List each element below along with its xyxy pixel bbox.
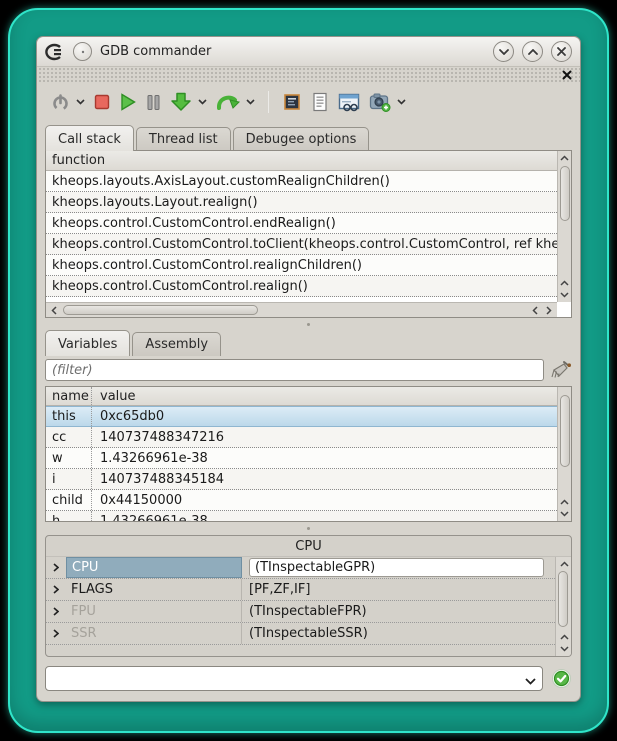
combo-dropdown-icon[interactable] <box>525 674 536 689</box>
clear-filter-icon[interactable] <box>550 360 572 380</box>
stop-icon[interactable] <box>94 89 110 115</box>
variable-row[interactable]: i 140737488345184 <box>46 469 557 490</box>
power-dropdown-icon[interactable] <box>76 99 85 105</box>
variable-row[interactable]: w 1.43266961e-38 <box>46 448 557 469</box>
callstack-row[interactable]: kheops.control.CustomControl.endRealign(… <box>46 213 557 234</box>
filter-input[interactable] <box>45 359 544 381</box>
column-name[interactable]: name <box>46 387 92 405</box>
shade-button[interactable] <box>493 41 514 62</box>
cpu-panel-title: CPU <box>46 536 571 557</box>
callstack-horizontal-scrollbar[interactable] <box>46 302 557 317</box>
tab-assembly[interactable]: Assembly <box>132 332 221 356</box>
scrollbar-thumb[interactable] <box>63 305 258 315</box>
filter-row <box>45 358 572 382</box>
callstack-row[interactable]: kheops.layouts.Layout.realign() <box>46 192 557 213</box>
close-button[interactable] <box>551 41 572 62</box>
variables-column-header[interactable]: name value <box>46 387 557 406</box>
column-function: function <box>52 153 105 168</box>
tab-debugee-options[interactable]: Debugee options <box>233 127 370 151</box>
cpu-tree-row[interactable]: FLAGS [PF,ZF,IF] <box>46 579 555 601</box>
variable-row[interactable]: this 0xc65db0 <box>46 406 557 427</box>
screenshot-stage: GDB commander <box>0 0 617 741</box>
callstack-tabbar: Call stack Thread list Debugee options <box>45 125 572 151</box>
scroll-down-icon[interactable] <box>558 508 572 520</box>
variable-row[interactable]: h 1.43266961e-38 <box>46 511 557 521</box>
pane-drag-handle[interactable] <box>37 68 580 83</box>
callstack-column-header[interactable]: function <box>46 151 557 171</box>
cpu-tree-row[interactable]: CPU (TInspectableGPR) <box>46 557 555 579</box>
splitter-handle[interactable] <box>37 319 580 329</box>
callstack-row[interactable]: kheops.control.CustomControl.realignChil… <box>46 255 557 276</box>
callstack-row[interactable]: kheops.control.CustomControl.realign() <box>46 276 557 297</box>
variable-row[interactable]: cc 140737488347216 <box>46 427 557 448</box>
scroll-up-icon[interactable] <box>557 631 571 643</box>
scroll-left-icon[interactable] <box>528 304 542 316</box>
window-title: GDB commander <box>100 44 211 59</box>
callstack-row[interactable]: kheops.control.CustomControl.toClient(kh… <box>46 234 557 255</box>
callstack-row[interactable]: kheops.layouts.AxisLayout.customRealignC… <box>46 171 557 192</box>
watch-window-icon[interactable] <box>338 89 360 115</box>
toolbar-separator <box>268 91 269 113</box>
tab-call-stack[interactable]: Call stack <box>45 125 134 151</box>
step-into-dropdown-icon[interactable] <box>198 99 207 105</box>
splitter-handle[interactable] <box>37 523 580 533</box>
scroll-left-icon[interactable] <box>47 304 61 316</box>
cpu-register-tree: CPU (TInspectableGPR) FLAGS [PF,ZF,IF] F… <box>46 557 555 656</box>
callstack-panel: function kheops.layouts.AxisLayout.custo… <box>45 150 572 318</box>
scroll-down-icon[interactable] <box>558 289 572 301</box>
pause-icon[interactable] <box>146 89 161 115</box>
variables-panel: name value this 0xc65db0 cc 140737488347… <box>45 386 572 522</box>
gdb-commander-window: GDB commander <box>36 36 581 702</box>
variables-vertical-scrollbar[interactable] <box>557 387 571 521</box>
run-icon[interactable] <box>119 89 137 115</box>
scrollbar-thumb[interactable] <box>558 571 568 627</box>
add-inspection-dropdown-icon[interactable] <box>397 99 406 105</box>
core-view-icon[interactable] <box>282 89 302 115</box>
pane-close-icon[interactable] <box>562 69 574 81</box>
step-into-icon[interactable] <box>170 89 192 115</box>
command-combobox[interactable] <box>45 666 543 691</box>
cpu-tree-row[interactable]: SSR (TInspectableSSR) <box>46 623 555 645</box>
step-over-icon[interactable] <box>216 89 240 115</box>
register-value-editor[interactable]: (TInspectableGPR) <box>249 558 544 577</box>
scrollbar-thumb[interactable] <box>560 166 570 221</box>
variable-row[interactable]: child 0x44150000 <box>46 490 557 511</box>
expand-arrow-icon[interactable] <box>46 557 66 578</box>
add-inspection-icon[interactable] <box>369 89 391 115</box>
expand-arrow-icon[interactable] <box>46 579 66 600</box>
scrollbar-thumb[interactable] <box>560 395 570 467</box>
expand-arrow-icon[interactable] <box>46 601 66 622</box>
tab-variables[interactable]: Variables <box>45 330 130 356</box>
expand-arrow-icon[interactable] <box>46 623 66 644</box>
callstack-vertical-scrollbar[interactable] <box>557 151 571 302</box>
scroll-up-icon[interactable] <box>558 152 572 164</box>
pin-menu-button[interactable] <box>73 42 92 61</box>
column-value[interactable]: value <box>92 389 136 404</box>
variables-tabbar: Variables Assembly <box>45 330 572 356</box>
step-over-dropdown-icon[interactable] <box>246 99 255 105</box>
execute-button[interactable] <box>551 668 572 689</box>
command-row <box>45 665 572 691</box>
tab-thread-list[interactable]: Thread list <box>136 127 231 151</box>
scroll-up-icon[interactable] <box>558 496 572 508</box>
app-icon <box>45 43 65 61</box>
debug-toolbar <box>37 83 580 121</box>
log-view-icon[interactable] <box>311 89 329 115</box>
cpu-tree-row[interactable]: FPU (TInspectableFPR) <box>46 601 555 623</box>
restore-button[interactable] <box>522 41 543 62</box>
cpu-panel: CPU CPU (TInspectableGPR) FLAGS [PF,ZF,I… <box>45 535 572 657</box>
power-icon[interactable] <box>51 89 70 115</box>
cpu-vertical-scrollbar[interactable] <box>555 557 571 656</box>
scroll-up-icon[interactable] <box>558 277 572 289</box>
titlebar[interactable]: GDB commander <box>37 37 580 67</box>
scroll-up-icon[interactable] <box>557 558 571 570</box>
scroll-right-icon[interactable] <box>542 304 556 316</box>
scroll-down-icon[interactable] <box>557 643 571 655</box>
